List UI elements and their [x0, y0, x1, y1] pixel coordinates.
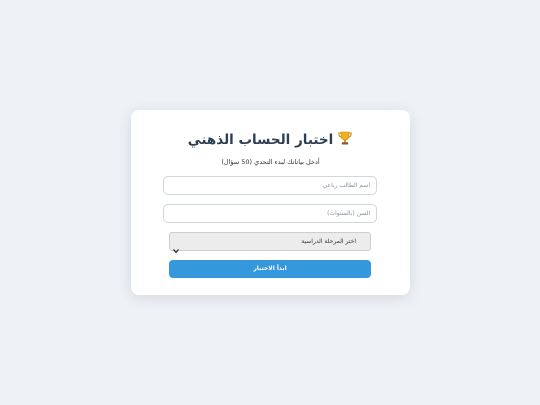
student-name-input[interactable] — [163, 176, 377, 195]
stage-select-value: اختر المرحلة الدراسية — [301, 238, 356, 245]
page-title: اختبار الحساب الذهني — [187, 132, 334, 148]
page-subtitle: أدخل بياناتك لبدء التحدي (50 سؤال) — [221, 158, 320, 166]
login-card: اختبار الحساب الذهني أدخل بياناتك لبدء ا… — [131, 110, 410, 295]
page-title-row: اختبار الحساب الذهني — [131, 130, 410, 150]
age-input[interactable] — [163, 204, 377, 223]
chevron-down-icon — [173, 239, 179, 254]
stage-select[interactable]: اختر المرحلة الدراسية — [169, 232, 371, 254]
start-quiz-button[interactable]: ابدأ الاختبار — [169, 260, 371, 278]
trophy-icon — [337, 130, 353, 146]
